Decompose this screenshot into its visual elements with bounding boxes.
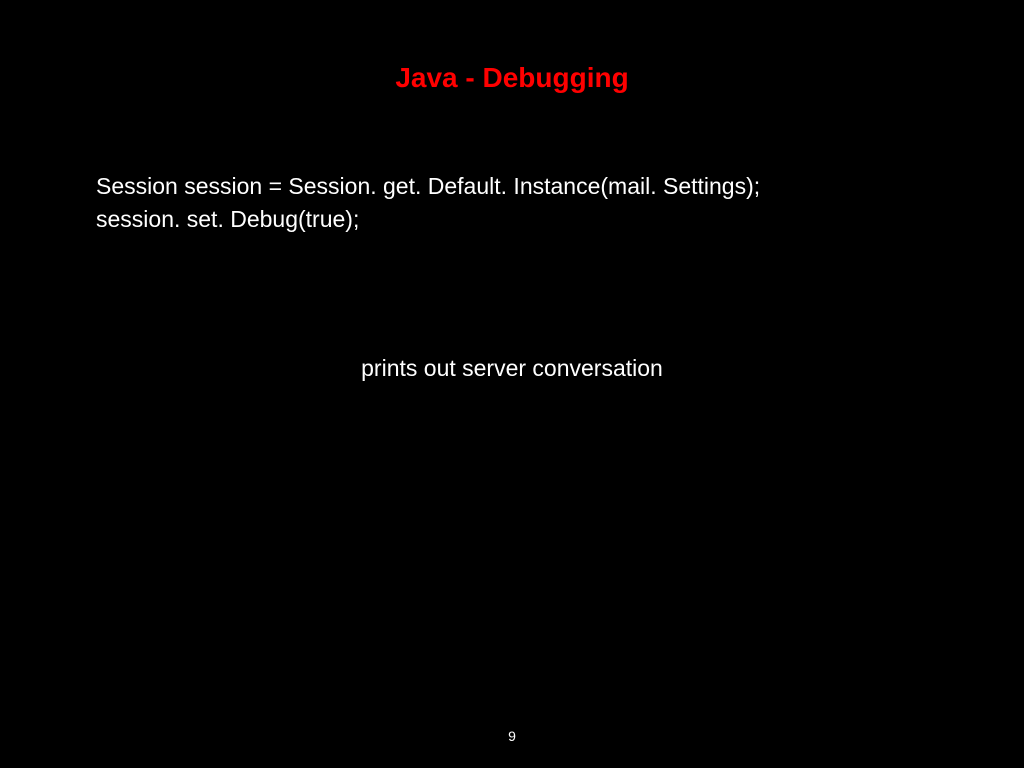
page-number: 9 [0, 728, 1024, 744]
slide-title: Java - Debugging [0, 0, 1024, 94]
code-line-2: session. set. Debug(true); [96, 203, 760, 236]
description-text: prints out server conversation [0, 355, 1024, 382]
code-block: Session session = Session. get. Default.… [96, 170, 760, 237]
code-line-1: Session session = Session. get. Default.… [96, 170, 760, 203]
